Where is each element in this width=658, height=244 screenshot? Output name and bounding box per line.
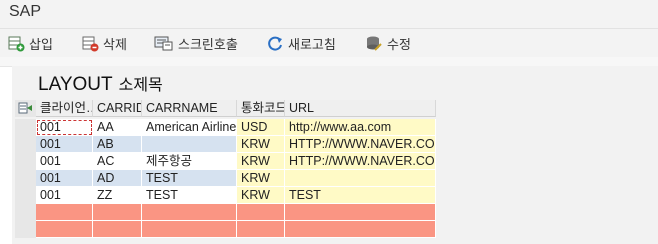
row-selector[interactable] [15, 136, 36, 153]
table-header-row: 클라이언… CARRID CARRNAME 통화코드 URL [15, 100, 436, 117]
cell-url[interactable]: HTTP://WWW.NAVER.COM [285, 153, 436, 170]
cell-carrname[interactable]: American Airlines [142, 119, 237, 136]
layout-title-text: LAYOUT [38, 74, 113, 95]
delete-button[interactable]: 삭제 [82, 32, 127, 54]
cell-carrid[interactable]: ZZ [93, 187, 142, 204]
column-header-url[interactable]: URL [285, 100, 436, 117]
cell-carrname[interactable] [142, 204, 237, 221]
cell-client[interactable]: 001 [36, 153, 93, 170]
screen-call-button[interactable]: 스크린호출 [154, 32, 238, 54]
cell-currency[interactable]: KRW [237, 136, 285, 153]
cell-carrname[interactable]: TEST [142, 187, 237, 204]
toolbar: 삽입 삭제 스크린호출 새로고침 수정 [0, 29, 658, 57]
layout-title: LAYOUT 소제목 [38, 71, 163, 96]
select-all-button[interactable] [15, 100, 36, 117]
row-selector[interactable] [15, 170, 36, 187]
edit-button[interactable]: 수정 [366, 32, 411, 54]
cell-url[interactable] [285, 204, 436, 221]
cell-carrid[interactable]: AD [93, 170, 142, 187]
screen-call-icon [154, 35, 174, 52]
cell-currency[interactable] [237, 204, 285, 221]
cell-client[interactable]: 001 [36, 170, 93, 187]
cell-url[interactable]: TEST [285, 187, 436, 204]
cell-carrid[interactable]: AC [93, 153, 142, 170]
cell-url[interactable]: HTTP://WWW.NAVER.COM [285, 136, 436, 153]
row-selector[interactable] [15, 153, 36, 170]
row-selector[interactable] [15, 204, 36, 221]
row-selector[interactable] [15, 119, 36, 136]
insert-button[interactable]: 삽입 [8, 32, 53, 54]
cell-url[interactable] [285, 221, 436, 238]
edit-label: 수정 [387, 36, 411, 52]
refresh-label: 새로고침 [288, 36, 336, 52]
cell-client[interactable] [36, 221, 93, 238]
row-selector[interactable] [15, 221, 36, 238]
database-edit-icon [366, 35, 383, 52]
cell-carrid[interactable]: AB [93, 136, 142, 153]
table-row[interactable]: 001 AB KRW HTTP://WWW.NAVER.COM [15, 136, 436, 153]
new-row[interactable] [15, 204, 436, 221]
cell-url[interactable]: http://www.aa.com [285, 119, 436, 136]
cell-client[interactable]: 001 [36, 187, 93, 204]
cell-url[interactable] [285, 170, 436, 187]
app-title: SAP [9, 3, 42, 20]
column-header-client[interactable]: 클라이언… [36, 100, 93, 117]
delete-label: 삭제 [103, 36, 127, 52]
cell-client[interactable]: 001 [36, 136, 93, 153]
cell-currency[interactable]: KRW [237, 187, 285, 204]
row-selector[interactable] [15, 187, 36, 204]
grid-select-icon [18, 102, 32, 114]
refresh-icon [267, 35, 284, 52]
screen-call-label: 스크린호출 [178, 36, 238, 52]
cell-carrid[interactable] [93, 204, 142, 221]
new-row[interactable] [15, 221, 436, 238]
cell-carrname[interactable]: TEST [142, 170, 237, 187]
cell-carrname[interactable] [142, 136, 237, 153]
cell-client[interactable]: 001 [36, 119, 93, 136]
delete-row-icon [82, 35, 99, 52]
cell-currency[interactable]: KRW [237, 153, 285, 170]
table-row[interactable]: 001 AC 제주항공 KRW HTTP://WWW.NAVER.COM [15, 153, 436, 170]
table-row[interactable]: 001 ZZ TEST KRW TEST [15, 187, 436, 204]
column-header-carrid[interactable]: CARRID [93, 100, 142, 117]
cell-carrname[interactable]: 제주항공 [142, 153, 237, 170]
table-row[interactable]: 001 AD TEST KRW [15, 170, 436, 187]
cell-client[interactable] [36, 204, 93, 221]
title-bar: SAP [0, 0, 658, 29]
cell-currency[interactable]: KRW [237, 170, 285, 187]
cell-carrid[interactable] [93, 221, 142, 238]
column-header-carrname[interactable]: CARRNAME [142, 100, 237, 117]
layout-subtitle: 소제목 [118, 77, 163, 94]
refresh-button[interactable]: 새로고침 [267, 32, 336, 54]
cell-carrid[interactable]: AA [93, 119, 142, 136]
cell-carrname[interactable] [142, 221, 237, 238]
cell-currency[interactable]: USD [237, 119, 285, 136]
insert-row-icon [8, 35, 25, 52]
table-row[interactable]: 001 AA American Airlines USD http://www.aa.c… [15, 119, 436, 136]
cell-currency[interactable] [237, 221, 285, 238]
insert-label: 삽입 [29, 36, 53, 52]
column-header-currency[interactable]: 통화코드 [237, 100, 285, 117]
